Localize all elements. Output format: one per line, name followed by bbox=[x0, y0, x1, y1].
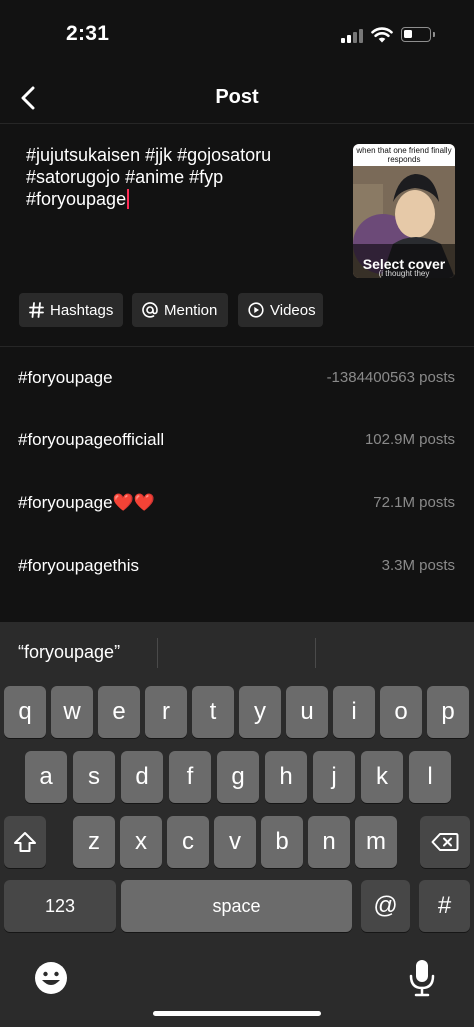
divider bbox=[0, 346, 474, 347]
predictive-bar: “foryoupage” bbox=[0, 622, 474, 684]
keyboard: “foryoupage” 123 space @ # qwertyuiop asd… bbox=[0, 622, 474, 1027]
key-e[interactable]: e bbox=[98, 686, 140, 738]
key-d[interactable]: d bbox=[121, 751, 163, 803]
hashtag-suggestion[interactable]: #foryoupageofficiall 102.9M posts bbox=[0, 420, 474, 460]
suggestion-tag: #foryoupageofficiall bbox=[18, 430, 165, 449]
hash-icon bbox=[29, 302, 44, 318]
key-k[interactable]: k bbox=[361, 751, 403, 803]
suggestion-tag: #foryoupage bbox=[18, 368, 113, 387]
hash-key[interactable]: # bbox=[419, 880, 470, 932]
hashtags-label: Hashtags bbox=[50, 301, 114, 319]
key-s[interactable]: s bbox=[73, 751, 115, 803]
key-t[interactable]: t bbox=[192, 686, 234, 738]
key-f[interactable]: f bbox=[169, 751, 211, 803]
microphone-icon bbox=[409, 960, 435, 997]
mention-label: Mention bbox=[164, 301, 218, 319]
dictation-button[interactable] bbox=[408, 958, 436, 998]
backspace-icon bbox=[431, 833, 459, 851]
key-r[interactable]: r bbox=[145, 686, 187, 738]
select-cover-label: Select cover bbox=[362, 256, 446, 272]
space-key[interactable]: space bbox=[121, 880, 352, 932]
key-u[interactable]: u bbox=[286, 686, 328, 738]
key-p[interactable]: p bbox=[427, 686, 469, 738]
key-q[interactable]: q bbox=[4, 686, 46, 738]
suggestion-tag: #foryoupagethis bbox=[18, 556, 139, 575]
suggestion-count: 72.1M posts bbox=[373, 494, 455, 511]
emoji-button[interactable] bbox=[33, 960, 69, 996]
suggestion-count: 102.9M posts bbox=[364, 431, 455, 448]
videos-button[interactable]: Videos bbox=[238, 293, 323, 327]
key-b[interactable]: b bbox=[261, 816, 303, 868]
key-y[interactable]: y bbox=[239, 686, 281, 738]
hashtags-button[interactable]: Hashtags bbox=[19, 293, 123, 327]
delete-key[interactable] bbox=[420, 816, 470, 868]
numbers-key[interactable]: 123 bbox=[4, 880, 116, 932]
predictive-suggestion[interactable]: “foryoupage” bbox=[18, 642, 120, 663]
key-g[interactable]: g bbox=[217, 751, 259, 803]
videos-label: Videos bbox=[270, 301, 316, 319]
battery-icon bbox=[401, 27, 435, 42]
key-w[interactable]: w bbox=[51, 686, 93, 738]
at-key[interactable]: @ bbox=[361, 880, 410, 932]
wifi-icon bbox=[371, 27, 393, 43]
suggestion-count: 3.3M posts bbox=[381, 557, 455, 574]
caption-input[interactable]: #jujutsukaisen #jjk #gojosatoru #satorug… bbox=[26, 144, 326, 210]
predictive-separator bbox=[157, 638, 158, 668]
page-title: Post bbox=[215, 86, 259, 108]
hashtag-suggestion[interactable]: #foryoupage -1384400563 posts bbox=[0, 358, 474, 398]
mention-button[interactable]: Mention bbox=[132, 293, 228, 327]
status-time: 2:31 bbox=[66, 22, 110, 45]
cover-thumbnail[interactable]: when that one friend finally responds (i… bbox=[353, 144, 455, 278]
key-v[interactable]: v bbox=[214, 816, 256, 868]
predictive-separator bbox=[315, 638, 316, 668]
key-m[interactable]: m bbox=[355, 816, 397, 868]
key-c[interactable]: c bbox=[167, 816, 209, 868]
home-indicator bbox=[153, 1011, 321, 1016]
key-i[interactable]: i bbox=[333, 686, 375, 738]
at-icon bbox=[142, 302, 158, 318]
key-l[interactable]: l bbox=[409, 751, 451, 803]
caption-line: #satorugojo #anime #fyp bbox=[26, 167, 224, 187]
key-o[interactable]: o bbox=[380, 686, 422, 738]
cover-overlay-text: when that one friend finally responds bbox=[356, 146, 452, 164]
key-n[interactable]: n bbox=[308, 816, 350, 868]
key-h[interactable]: h bbox=[265, 751, 307, 803]
suggestion-count: -1384400563 posts bbox=[326, 369, 455, 386]
suggestion-tag: #foryoupage❤️❤️ bbox=[18, 493, 155, 512]
status-bar: 2:31 bbox=[0, 0, 474, 70]
key-z[interactable]: z bbox=[73, 816, 115, 868]
shift-key[interactable] bbox=[4, 816, 46, 868]
play-circle-icon bbox=[248, 302, 264, 318]
hashtag-suggestion[interactable]: #foryoupagethis 3.3M posts bbox=[0, 546, 474, 586]
hashtag-suggestion[interactable]: #foryoupage❤️❤️ 72.1M posts bbox=[0, 483, 474, 523]
shift-icon bbox=[14, 832, 36, 852]
text-cursor bbox=[127, 189, 130, 209]
key-x[interactable]: x bbox=[120, 816, 162, 868]
emoji-icon bbox=[35, 962, 67, 994]
cellular-signal-icon bbox=[341, 28, 363, 43]
caption-line: #jujutsukaisen #jjk #gojosatoru bbox=[26, 145, 272, 165]
key-a[interactable]: a bbox=[25, 751, 67, 803]
key-j[interactable]: j bbox=[313, 751, 355, 803]
header: Post bbox=[0, 72, 474, 124]
caption-line: #foryoupage bbox=[26, 188, 326, 210]
